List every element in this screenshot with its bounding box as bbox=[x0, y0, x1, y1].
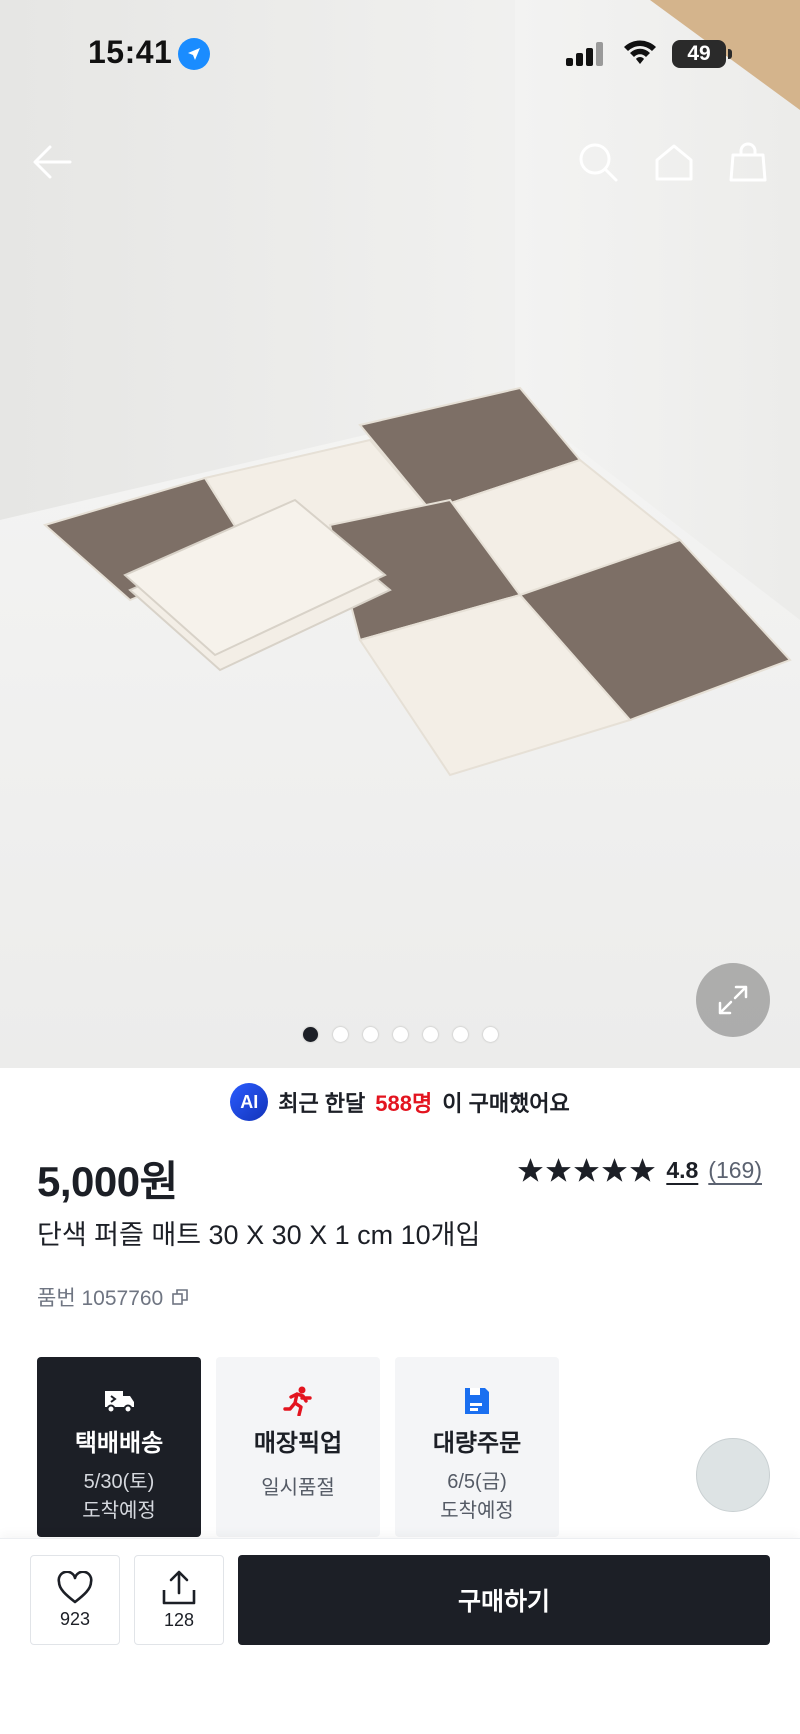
rating-value: 4.8 bbox=[666, 1157, 699, 1183]
recent-prefix: 최근 한달 bbox=[278, 1091, 366, 1116]
product-sku[interactable]: 품번 1057760 bbox=[37, 1282, 189, 1312]
star-icon bbox=[518, 1158, 544, 1182]
product-price: 5,000원 bbox=[37, 1158, 178, 1205]
gallery-dot[interactable] bbox=[363, 1027, 378, 1042]
rating-stars bbox=[517, 1157, 656, 1184]
share-icon bbox=[162, 1570, 196, 1604]
cellular-signal-icon bbox=[566, 42, 603, 66]
product-title: 단색 퍼즐 매트 30 X 30 X 1 cm 10개입 bbox=[37, 1220, 481, 1250]
copy-icon[interactable] bbox=[171, 1288, 189, 1306]
star-icon bbox=[574, 1158, 600, 1182]
gallery-dot[interactable] bbox=[303, 1027, 318, 1042]
delivery-truck-icon bbox=[102, 1385, 136, 1417]
delivery-option-date: 5/30(토) bbox=[83, 1471, 155, 1493]
gallery-dot[interactable] bbox=[333, 1027, 348, 1042]
star-icon bbox=[630, 1158, 656, 1182]
delivery-option-bulk[interactable]: 대량주문 6/5(금) 도착예정 bbox=[395, 1357, 559, 1537]
status-bar: 15:41 49 bbox=[0, 0, 800, 110]
delivery-option-status: 도착예정 bbox=[82, 1500, 156, 1522]
delivery-option-pickup[interactable]: 매장픽업 일시품절 bbox=[216, 1357, 380, 1537]
delivery-option-status: 도착예정 bbox=[440, 1500, 514, 1522]
floating-action-button[interactable] bbox=[696, 1438, 770, 1512]
running-person-icon bbox=[281, 1385, 315, 1417]
recent-suffix: 이 구매했어요 bbox=[442, 1091, 570, 1116]
cart-button[interactable] bbox=[722, 136, 774, 188]
gallery-dot[interactable] bbox=[483, 1027, 498, 1042]
back-button[interactable] bbox=[26, 136, 78, 188]
product-image-gallery[interactable]: 15:41 49 bbox=[0, 0, 800, 1068]
gallery-dot[interactable] bbox=[393, 1027, 408, 1042]
ai-badge: AI bbox=[230, 1083, 269, 1121]
delivery-option-title: 택배배송 bbox=[74, 1430, 164, 1457]
delivery-option-status: 일시품절 bbox=[261, 1477, 335, 1499]
home-button[interactable] bbox=[648, 136, 700, 188]
battery-indicator: 49 bbox=[672, 40, 732, 68]
shopping-bag-icon bbox=[729, 142, 767, 182]
gallery-dot[interactable] bbox=[423, 1027, 438, 1042]
share-button[interactable]: 128 bbox=[134, 1555, 224, 1645]
star-icon bbox=[602, 1158, 628, 1182]
expand-image-button[interactable] bbox=[696, 963, 770, 1037]
bulk-order-icon bbox=[460, 1385, 494, 1417]
status-time: 15:41 bbox=[88, 34, 173, 70]
recent-count: 588명 bbox=[375, 1091, 433, 1116]
location-arrow-icon bbox=[178, 38, 210, 70]
product-rating[interactable]: 4.8 (169) bbox=[517, 1157, 762, 1184]
expand-icon bbox=[718, 985, 748, 1015]
delivery-options: 택배배송 5/30(토) 도착예정 매장픽업 일시품절 대량주문 6/5(금) … bbox=[37, 1357, 559, 1537]
arrow-left-icon bbox=[33, 145, 72, 179]
review-count[interactable]: (169) bbox=[708, 1157, 762, 1184]
delivery-option-parcel[interactable]: 택배배송 5/30(토) 도착예정 bbox=[37, 1357, 201, 1537]
heart-icon bbox=[57, 1570, 93, 1603]
wifi-icon bbox=[624, 40, 656, 64]
recent-purchase-banner: AI 최근 한달 588명 이 구매했어요 bbox=[0, 1080, 800, 1124]
delivery-option-date: 6/5(금) bbox=[447, 1471, 507, 1493]
bottom-action-bar: 923 128 구매하기 bbox=[0, 1538, 800, 1734]
search-icon bbox=[579, 143, 618, 182]
delivery-option-title: 대량주문 bbox=[432, 1430, 522, 1457]
star-icon bbox=[546, 1158, 572, 1182]
home-icon bbox=[655, 144, 693, 181]
share-count: 128 bbox=[163, 1609, 195, 1630]
sku-text: 품번 1057760 bbox=[37, 1287, 164, 1310]
buy-button[interactable]: 구매하기 bbox=[238, 1555, 770, 1645]
like-button[interactable]: 923 bbox=[30, 1555, 120, 1645]
gallery-dot[interactable] bbox=[453, 1027, 468, 1042]
search-button[interactable] bbox=[572, 136, 624, 188]
delivery-option-title: 매장픽업 bbox=[253, 1430, 343, 1457]
like-count: 923 bbox=[59, 1608, 91, 1629]
